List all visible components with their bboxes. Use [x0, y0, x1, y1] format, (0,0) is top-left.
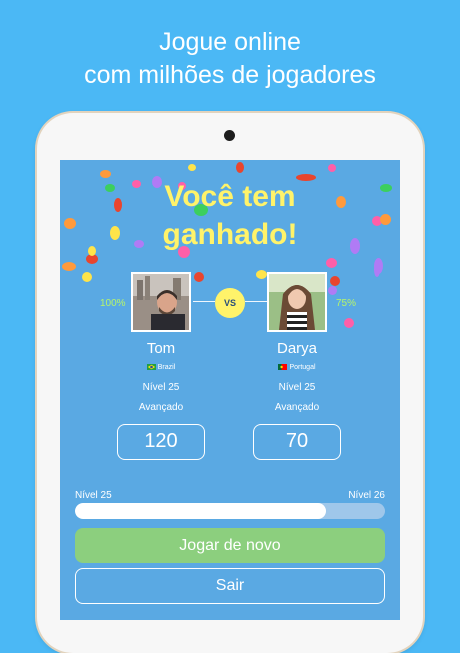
player2-country-label: Portugal: [289, 364, 316, 371]
player1-percent: 100%: [100, 298, 126, 309]
player2-country: Portugal: [247, 364, 347, 371]
win-title-line1: Você tem: [164, 180, 296, 213]
confetti-piece: [328, 286, 337, 295]
vs-badge: VS: [215, 288, 245, 318]
confetti-piece: [188, 164, 196, 171]
confetti-piece: [256, 270, 267, 279]
win-title-line2: ganhado!: [162, 218, 298, 251]
promo-headline-line2: com milhões de jogadores: [84, 61, 376, 89]
confetti-piece: [326, 258, 337, 268]
progress-current-level: Nível 25: [75, 490, 112, 501]
player2-avatar-image: [269, 274, 325, 330]
vs-connector-right: [245, 301, 267, 302]
player2-avatar[interactable]: [267, 272, 327, 332]
progress-next-level: Nível 26: [348, 490, 385, 501]
confetti-piece: [328, 164, 336, 172]
player1-country-label: Brazil: [157, 364, 176, 371]
promo-headline-line1: Jogue online: [159, 28, 301, 56]
player1-level: Nível 25: [142, 382, 180, 393]
player2-percent: 75%: [336, 298, 357, 309]
confetti-piece: [236, 162, 244, 173]
promo-headline: Jogue online com milhões de jogadores: [0, 26, 460, 92]
exit-button[interactable]: Sair: [75, 568, 385, 604]
win-title: Você tem ganhado!: [60, 178, 400, 254]
confetti-piece: [82, 272, 92, 282]
level-progress-fill: [75, 503, 327, 519]
play-again-button[interactable]: Jogar de novo: [75, 528, 385, 563]
confetti-piece: [374, 262, 380, 277]
level-progress-bar: [75, 503, 385, 519]
confetti-piece: [330, 276, 340, 286]
player2-score: 70: [253, 424, 341, 460]
player1-rank: Avançado: [138, 402, 184, 413]
confetti-piece: [100, 170, 111, 178]
player1-score: 120: [117, 424, 205, 460]
confetti-piece: [194, 272, 204, 282]
tablet-camera-icon: [224, 130, 235, 141]
player2-name: Darya: [276, 340, 317, 357]
player1-avatar-image: [133, 274, 189, 330]
game-result-screen: Você tem ganhado! 100% Tom Brazil Nível …: [60, 160, 400, 620]
vs-connector-left: [193, 301, 215, 302]
player2-rank: Avançado: [274, 402, 320, 413]
player1-country: Brazil: [111, 364, 211, 371]
portugal-flag-icon: [278, 364, 288, 371]
player1-avatar[interactable]: [131, 272, 191, 332]
brazil-flag-icon: [146, 364, 156, 371]
confetti-piece: [62, 262, 76, 271]
confetti-piece: [344, 318, 354, 328]
player1-name: Tom: [146, 340, 176, 357]
player2-level: Nível 25: [278, 382, 316, 393]
